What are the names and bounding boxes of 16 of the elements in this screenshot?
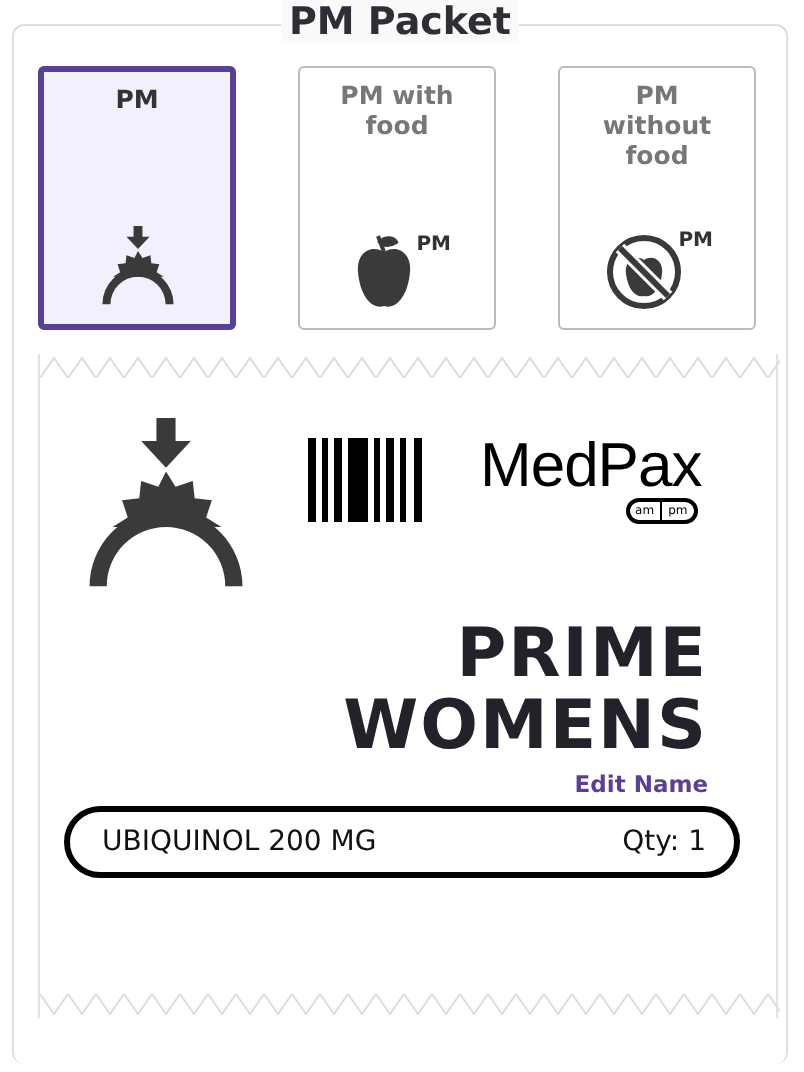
- pm-label: PM: [416, 232, 451, 260]
- barcode-icon: [308, 438, 424, 522]
- medication-name: UBIQUINOL 200 MG: [102, 826, 377, 858]
- packet-option[interactable]: PM: [38, 66, 236, 330]
- sunset-icon: [97, 226, 177, 306]
- packet-option[interactable]: PM with food PM: [298, 66, 496, 330]
- brand-logo: MedPax: [480, 434, 702, 498]
- quantity-text: Qty: 1: [622, 826, 706, 858]
- packet-name: WOMENS: [343, 690, 708, 762]
- no-food-icon: [605, 234, 681, 310]
- packet-name: PRIME: [456, 618, 708, 690]
- panel-title: PM Packet: [280, 0, 520, 44]
- apple-icon: [355, 234, 411, 310]
- edit-name-link[interactable]: Edit Name: [574, 770, 708, 798]
- pm-label: PM: [678, 228, 713, 256]
- packet-option[interactable]: PM without food PM: [558, 66, 756, 330]
